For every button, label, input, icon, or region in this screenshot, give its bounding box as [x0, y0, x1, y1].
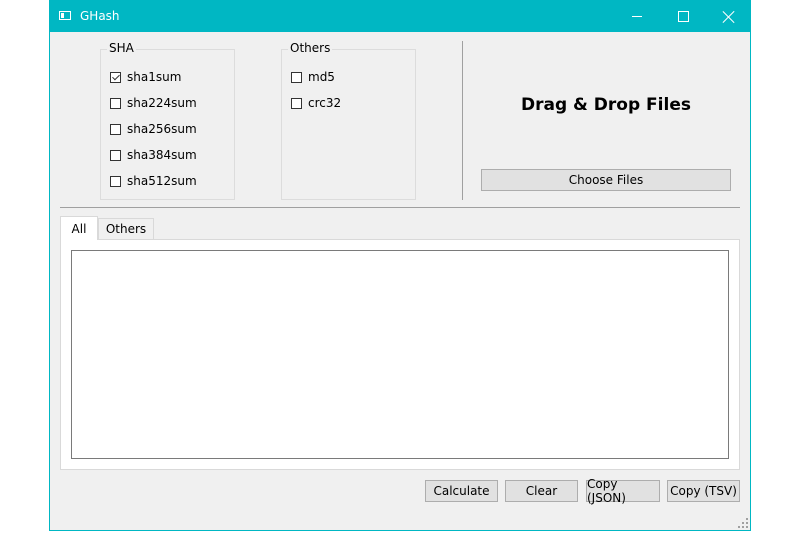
checkbox-sha512sum[interactable]: sha512sum — [110, 174, 197, 188]
minimize-button[interactable] — [614, 1, 660, 32]
checkbox-icon[interactable] — [291, 97, 302, 109]
checkbox-checked-icon[interactable] — [110, 71, 121, 83]
checkbox-label: crc32 — [308, 96, 342, 110]
checkbox-icon[interactable] — [110, 175, 121, 187]
resize-grip-icon[interactable] — [738, 518, 748, 528]
checkbox-icon[interactable] — [110, 149, 121, 161]
app-window: GHash SHA sha1sum sha224sum sha256sum sh… — [49, 0, 751, 531]
output-textarea[interactable] — [71, 250, 729, 459]
checkbox-label: sha256sum — [127, 122, 197, 136]
drop-zone-label[interactable]: Drag & Drop Files — [470, 95, 742, 115]
sha-group-legend: SHA — [107, 41, 136, 55]
sha-group: SHA sha1sum sha224sum sha256sum sha384su… — [100, 41, 235, 200]
horizontal-divider — [60, 207, 740, 208]
checkbox-icon[interactable] — [110, 123, 121, 135]
checkbox-label: sha512sum — [127, 174, 197, 188]
tab-others[interactable]: Others — [98, 218, 154, 240]
minimize-icon — [632, 16, 642, 17]
checkbox-sha256sum[interactable]: sha256sum — [110, 122, 197, 136]
close-icon — [723, 11, 735, 23]
checkbox-icon[interactable] — [291, 71, 302, 83]
close-button[interactable] — [706, 1, 752, 32]
checkbox-crc32[interactable]: crc32 — [291, 96, 341, 110]
tab-pane — [60, 239, 740, 470]
copy-json-button[interactable]: Copy (JSON) — [586, 477, 660, 505]
checkbox-icon[interactable] — [110, 97, 121, 109]
checkbox-label: sha384sum — [127, 148, 197, 162]
checkbox-md5[interactable]: md5 — [291, 70, 335, 84]
choose-files-button[interactable]: Choose Files — [481, 169, 731, 191]
checkbox-label: sha224sum — [127, 96, 197, 110]
clear-button[interactable]: Clear — [505, 480, 578, 502]
copy-tsv-button[interactable]: Copy (TSV) — [667, 480, 740, 502]
checkbox-sha384sum[interactable]: sha384sum — [110, 148, 197, 162]
window-title: GHash — [80, 9, 120, 23]
maximize-icon — [677, 11, 689, 22]
app-icon — [59, 11, 71, 20]
checkbox-label: sha1sum — [127, 70, 182, 84]
maximize-button[interactable] — [660, 1, 706, 32]
checkbox-sha224sum[interactable]: sha224sum — [110, 96, 197, 110]
title-bar[interactable]: GHash — [50, 1, 750, 32]
vertical-divider — [462, 41, 463, 200]
checkbox-label: md5 — [308, 70, 335, 84]
calculate-button[interactable]: Calculate — [425, 480, 498, 502]
checkbox-sha1sum[interactable]: sha1sum — [110, 70, 181, 84]
tab-all[interactable]: All — [60, 216, 98, 240]
others-group-legend: Others — [288, 41, 333, 55]
others-group: Others md5 crc32 — [281, 41, 416, 200]
